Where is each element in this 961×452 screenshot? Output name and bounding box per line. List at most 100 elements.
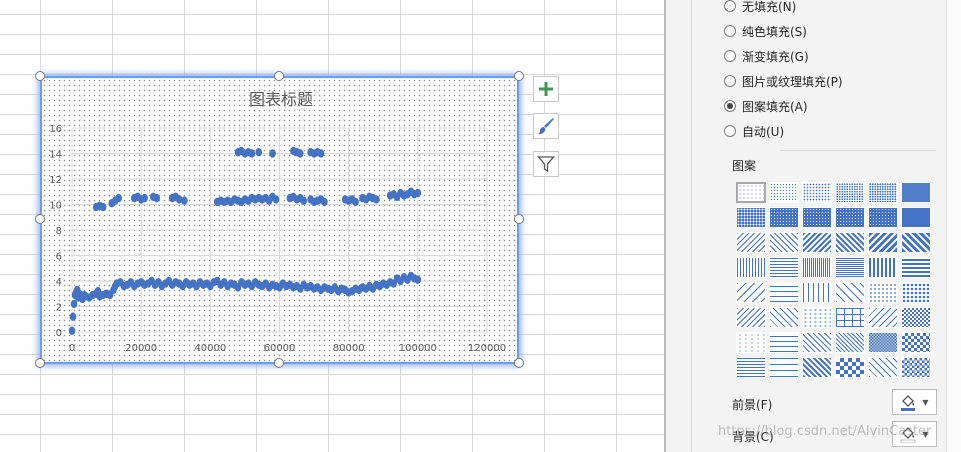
radio-solid-fill[interactable]: 纯色填充(S) — [724, 22, 807, 40]
chart-elements-button[interactable] — [533, 76, 559, 102]
data-point[interactable] — [99, 202, 107, 212]
pattern-swatch[interactable] — [802, 307, 832, 328]
pattern-swatch[interactable] — [868, 357, 898, 378]
pattern-swatch[interactable] — [736, 232, 766, 253]
pattern-swatch[interactable] — [868, 182, 898, 203]
pattern-swatch[interactable] — [736, 307, 766, 328]
pattern-swatch[interactable] — [802, 357, 832, 378]
data-point[interactable] — [68, 326, 76, 335]
pattern-swatch[interactable] — [835, 232, 865, 253]
pattern-swatch[interactable] — [736, 357, 766, 378]
pattern-swatch[interactable] — [901, 207, 931, 228]
data-point[interactable] — [272, 195, 280, 204]
pattern-swatch[interactable] — [868, 332, 898, 353]
data-point[interactable] — [69, 312, 77, 321]
resize-handle-bottom-left[interactable] — [35, 358, 45, 368]
radio-gradient-fill[interactable]: 渐变填充(G) — [724, 47, 809, 65]
chart-title[interactable]: 图表标题 — [249, 90, 313, 109]
pattern-swatch[interactable] — [802, 182, 832, 203]
data-point[interactable] — [115, 193, 122, 203]
data-point[interactable] — [181, 196, 188, 205]
data-point[interactable] — [269, 149, 276, 158]
resize-handle-bottom[interactable] — [274, 358, 284, 368]
pattern-swatch[interactable] — [769, 232, 799, 253]
pattern-swatch[interactable] — [736, 207, 766, 228]
data-point[interactable] — [248, 149, 256, 158]
pane-scrollbar[interactable] — [946, 0, 961, 452]
data-point[interactable] — [317, 149, 325, 158]
radio-button[interactable] — [724, 75, 736, 87]
pattern-swatch[interactable] — [769, 332, 799, 353]
brush-icon — [538, 118, 554, 135]
pattern-swatch[interactable] — [769, 257, 799, 278]
data-point[interactable] — [255, 148, 263, 157]
pattern-swatch[interactable] — [868, 307, 898, 328]
pattern-swatch[interactable] — [868, 207, 898, 228]
pattern-swatch[interactable] — [835, 282, 865, 303]
pattern-swatch[interactable] — [736, 257, 766, 278]
pattern-swatch[interactable] — [868, 257, 898, 278]
pattern-swatch[interactable] — [901, 282, 931, 303]
pattern-swatch[interactable] — [901, 357, 931, 378]
resize-handle-left[interactable] — [35, 214, 45, 224]
data-point[interactable] — [141, 193, 148, 203]
radio-no-fill[interactable]: 无填充(N) — [724, 0, 796, 15]
resize-handle-bottom-right[interactable] — [514, 358, 524, 368]
pattern-swatch[interactable] — [835, 257, 865, 278]
radio-automatic[interactable]: 自动(U) — [724, 122, 784, 140]
pattern-swatch[interactable] — [802, 282, 832, 303]
radio-button[interactable] — [724, 0, 736, 12]
pattern-swatch[interactable] — [736, 332, 766, 353]
pattern-swatch[interactable] — [868, 232, 898, 253]
resize-handle-top[interactable] — [274, 71, 284, 81]
pattern-swatch[interactable] — [901, 332, 931, 353]
pattern-swatch[interactable] — [835, 207, 865, 228]
pattern-swatch[interactable] — [835, 182, 865, 203]
pattern-swatch[interactable] — [901, 232, 931, 253]
data-point[interactable] — [352, 197, 359, 207]
pattern-swatch[interactable] — [802, 232, 832, 253]
pattern-swatch[interactable] — [802, 207, 832, 228]
chart-styles-button[interactable] — [533, 113, 559, 139]
data-point[interactable] — [153, 193, 161, 203]
pattern-swatch[interactable] — [868, 282, 898, 303]
chart-object[interactable]: 图表标题 0 2 4 6 8 10 12 14 16 0 20000 40000 60000 80000 1… — [40, 76, 519, 364]
data-point[interactable] — [300, 196, 308, 205]
pane-gutter — [666, 0, 692, 452]
pattern-swatch[interactable] — [835, 357, 865, 378]
pattern-swatch[interactable] — [769, 282, 799, 303]
radio-pattern-fill[interactable]: 图案填充(A) — [724, 97, 808, 115]
radio-button[interactable] — [724, 25, 736, 37]
x-tick-label: 60000 — [264, 343, 296, 354]
data-point[interactable] — [414, 275, 422, 284]
pattern-swatch[interactable] — [736, 282, 766, 303]
radio-button[interactable] — [724, 125, 736, 137]
pattern-swatch[interactable] — [802, 332, 832, 353]
data-point[interactable] — [414, 188, 422, 198]
pattern-swatch[interactable] — [835, 307, 865, 328]
resize-handle-right[interactable] — [514, 214, 524, 224]
pattern-swatch[interactable] — [901, 182, 931, 203]
chart-filters-button[interactable] — [533, 151, 559, 177]
pattern-swatch[interactable] — [736, 182, 766, 203]
data-point[interactable] — [373, 195, 380, 204]
resize-handle-top-left[interactable] — [35, 71, 45, 81]
pattern-swatch[interactable] — [802, 257, 832, 278]
pattern-swatch-grid — [736, 182, 934, 380]
pattern-swatch[interactable] — [769, 357, 799, 378]
pattern-swatch[interactable] — [769, 207, 799, 228]
pattern-swatch[interactable] — [901, 257, 931, 278]
pattern-swatch[interactable] — [835, 332, 865, 353]
radio-button-selected[interactable] — [724, 100, 736, 112]
pattern-swatch[interactable] — [901, 307, 931, 328]
data-point[interactable] — [296, 149, 304, 158]
radio-picture-fill[interactable]: 图片或纹理填充(P) — [724, 72, 843, 90]
resize-handle-top-right[interactable] — [514, 71, 524, 81]
data-point[interactable] — [321, 197, 328, 207]
pattern-swatch[interactable] — [769, 182, 799, 203]
foreground-color-button[interactable]: ▼ — [892, 389, 937, 415]
pattern-swatch[interactable] — [769, 307, 799, 328]
radio-button[interactable] — [724, 50, 736, 62]
radio-label: 渐变填充(G) — [742, 49, 809, 64]
y-tick-label: 12 — [49, 175, 62, 186]
